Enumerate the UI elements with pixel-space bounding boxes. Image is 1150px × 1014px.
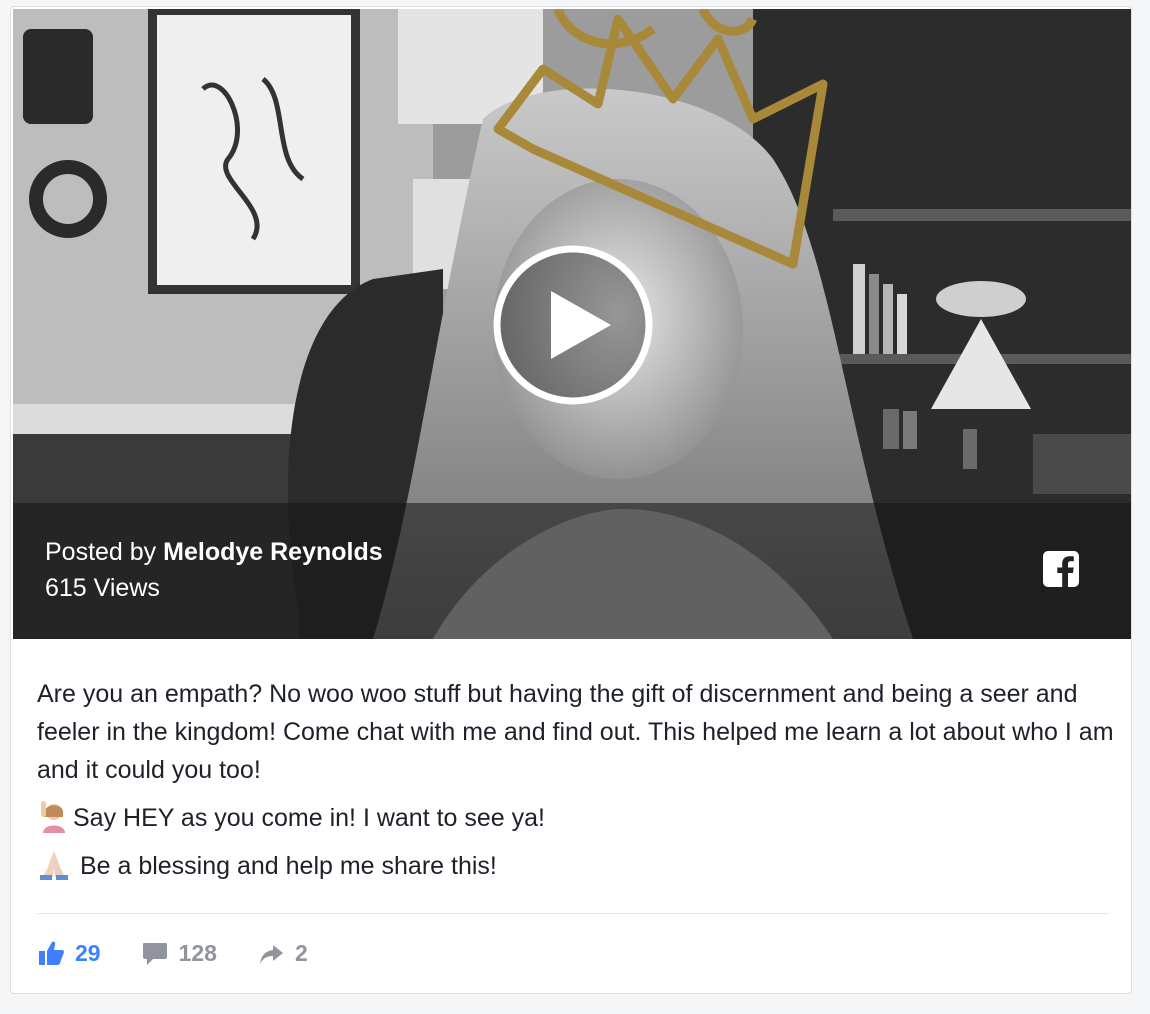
folded-hands-emoji-icon — [40, 851, 68, 880]
view-count: 615 Views — [45, 574, 160, 602]
post-paragraph: Are you an empath? No woo woo stuff but … — [37, 680, 1114, 784]
post-description: Are you an empath? No woo woo stuff but … — [37, 675, 1117, 883]
divider — [37, 913, 1109, 914]
post-paragraph: Be a blessing and help me share this! — [37, 847, 1117, 883]
comment-icon — [142, 943, 167, 965]
post-paragraph: Say HEY as you come in! I want to see ya… — [37, 799, 1117, 835]
play-icon[interactable] — [493, 245, 653, 405]
share-button[interactable]: 2 — [257, 939, 308, 967]
video-player[interactable]: Posted by Melodye Reynolds 615 Views — [13, 9, 1131, 639]
share-count: 2 — [294, 939, 308, 966]
video-post-card: Posted by Melodye Reynolds 615 Views Are… — [10, 6, 1132, 994]
like-count: 29 — [75, 939, 101, 966]
like-icon — [39, 941, 64, 965]
like-button[interactable]: 29 — [37, 939, 101, 967]
author-name[interactable]: Melodye Reynolds — [163, 538, 383, 566]
raising-hand-emoji-icon — [41, 801, 65, 833]
posted-by: Posted by Melodye Reynolds — [45, 537, 383, 567]
post-actions: 29 128 2 — [37, 933, 348, 973]
share-icon — [259, 945, 283, 964]
post-paragraph-text: Say HEY as you come in! I want to see ya… — [73, 804, 545, 832]
video-info-overlay: Posted by Melodye Reynolds 615 Views — [13, 503, 1131, 639]
comment-count: 128 — [178, 939, 217, 966]
comment-button[interactable]: 128 — [141, 939, 217, 967]
post-paragraph-text: Be a blessing and help me share this! — [73, 852, 497, 880]
facebook-icon[interactable] — [1043, 551, 1079, 587]
posted-by-prefix: Posted by — [45, 538, 157, 566]
